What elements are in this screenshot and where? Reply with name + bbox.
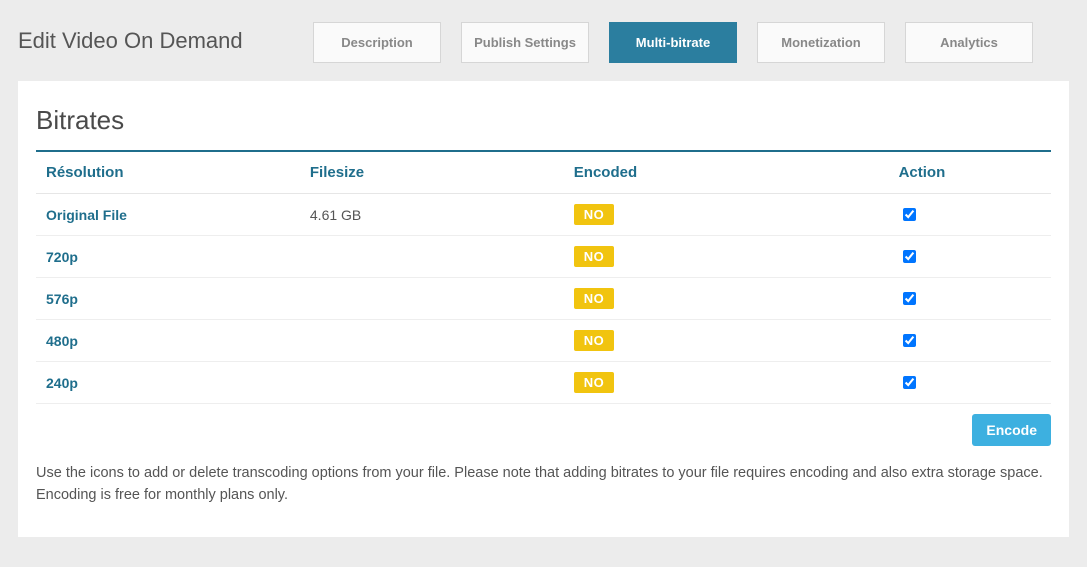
table-row: 240p NO xyxy=(36,362,1051,404)
page-title: Edit Video On Demand xyxy=(18,22,313,54)
encode-button[interactable]: Encode xyxy=(972,414,1051,446)
filesize-cell: 4.61 GB xyxy=(300,194,564,236)
encoded-cell: NO xyxy=(564,278,889,320)
tab-monetization[interactable]: Monetization xyxy=(757,22,885,63)
status-badge: NO xyxy=(574,288,615,309)
tab-multi-bitrate[interactable]: Multi-bitrate xyxy=(609,22,737,63)
status-badge: NO xyxy=(574,246,615,267)
action-cell xyxy=(889,320,1051,362)
action-cell xyxy=(889,236,1051,278)
tab-analytics[interactable]: Analytics xyxy=(905,22,1033,63)
bitrates-table: Résolution Filesize Encoded Action Origi… xyxy=(36,150,1051,404)
table-row: 480p NO xyxy=(36,320,1051,362)
select-checkbox[interactable] xyxy=(903,334,916,347)
select-checkbox[interactable] xyxy=(903,250,916,263)
filesize-cell xyxy=(300,236,564,278)
encoded-cell: NO xyxy=(564,320,889,362)
resolution-cell: 576p xyxy=(36,278,300,320)
col-header-filesize: Filesize xyxy=(300,151,564,194)
status-badge: NO xyxy=(574,204,615,225)
table-row: 720p NO xyxy=(36,236,1051,278)
select-checkbox[interactable] xyxy=(903,208,916,221)
status-badge: NO xyxy=(574,372,615,393)
bitrates-card: Bitrates Résolution Filesize Encoded Act… xyxy=(18,81,1069,537)
action-cell xyxy=(889,362,1051,404)
resolution-cell: 720p xyxy=(36,236,300,278)
select-checkbox[interactable] xyxy=(903,292,916,305)
bitrates-heading: Bitrates xyxy=(36,105,1051,136)
col-header-action: Action xyxy=(889,151,1051,194)
select-checkbox[interactable] xyxy=(903,376,916,389)
table-row: Original File4.61 GB NO xyxy=(36,194,1051,236)
col-header-resolution: Résolution xyxy=(36,151,300,194)
status-badge: NO xyxy=(574,330,615,351)
filesize-cell xyxy=(300,278,564,320)
action-cell xyxy=(889,194,1051,236)
encoded-cell: NO xyxy=(564,194,889,236)
helper-text: Use the icons to add or delete transcodi… xyxy=(36,462,1051,507)
tab-description[interactable]: Description xyxy=(313,22,441,63)
encoded-cell: NO xyxy=(564,362,889,404)
resolution-cell: 480p xyxy=(36,320,300,362)
col-header-encoded: Encoded xyxy=(564,151,889,194)
tab-bar: Description Publish Settings Multi-bitrate… xyxy=(313,22,1033,63)
table-row: 576p NO xyxy=(36,278,1051,320)
filesize-cell xyxy=(300,362,564,404)
resolution-cell: Original File xyxy=(36,194,300,236)
encoded-cell: NO xyxy=(564,236,889,278)
resolution-cell: 240p xyxy=(36,362,300,404)
filesize-cell xyxy=(300,320,564,362)
tab-publish-settings[interactable]: Publish Settings xyxy=(461,22,589,63)
action-cell xyxy=(889,278,1051,320)
